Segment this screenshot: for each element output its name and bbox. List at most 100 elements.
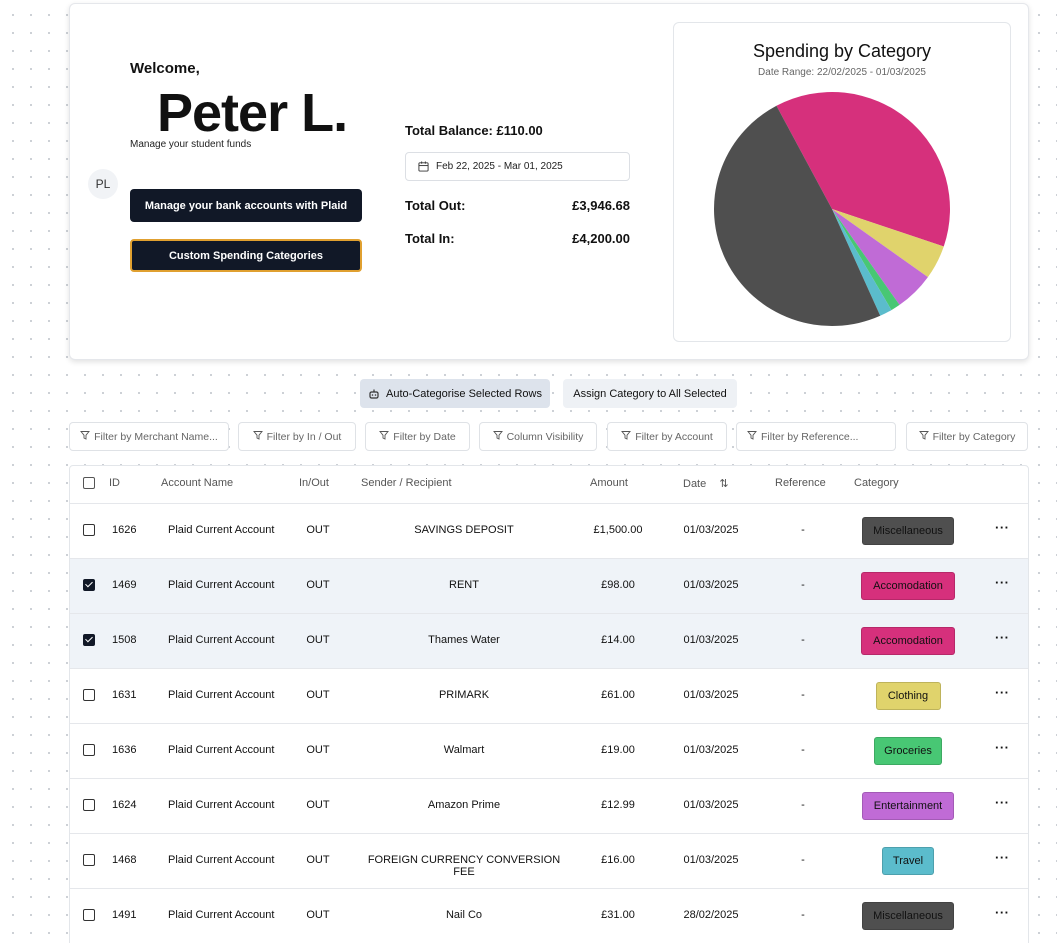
reference-filter[interactable]: Filter by Reference... <box>736 422 896 451</box>
cell-account: Plaid Current Account <box>168 854 275 866</box>
row-checkbox[interactable] <box>83 579 95 591</box>
plaid-button[interactable]: Manage your bank accounts with Plaid <box>130 189 362 222</box>
cell-account: Plaid Current Account <box>168 744 275 756</box>
col-reference[interactable]: Reference <box>775 477 826 489</box>
category-badge[interactable]: Clothing <box>875 682 941 710</box>
cell-reference: - <box>801 579 805 591</box>
date-filter[interactable]: Filter by Date <box>365 422 470 451</box>
cell-reference: - <box>801 524 805 536</box>
cell-inout: OUT <box>306 799 330 811</box>
cell-date: 01/03/2025 <box>683 744 739 756</box>
sort-icon[interactable]: ⇅ <box>719 478 728 490</box>
row-checkbox[interactable] <box>83 854 95 866</box>
row-menu-icon[interactable]: ··· <box>995 630 1010 645</box>
total-in-label: Total In: <box>405 231 455 246</box>
col-category[interactable]: Category <box>854 477 899 489</box>
table-row[interactable]: 1469 Plaid Current Account OUT RENT £98.00 01… <box>70 559 1028 614</box>
cell-id: 1508 <box>112 634 137 646</box>
row-checkbox[interactable] <box>83 799 95 811</box>
cell-amount: £12.99 <box>601 799 635 811</box>
select-all-checkbox[interactable] <box>83 477 95 489</box>
account-filter[interactable]: Filter by Account <box>607 422 727 451</box>
col-inout[interactable]: In/Out <box>299 477 329 489</box>
total-in-row: Total In: £4,200.00 <box>405 231 630 246</box>
cell-recipient: FOREIGN CURRENCY CONVERSION FEE <box>367 854 561 878</box>
cell-date: 28/02/2025 <box>683 909 739 921</box>
chart-title: Spending by Category <box>752 41 932 61</box>
cell-inout: OUT <box>306 744 330 756</box>
pie-chart <box>714 92 950 326</box>
category-badge[interactable]: Accomodation <box>861 572 955 600</box>
category-badge[interactable]: Travel <box>882 847 934 875</box>
row-checkbox[interactable] <box>83 689 95 701</box>
cell-id: 1631 <box>112 689 137 701</box>
col-date[interactable]: Date ⇅ <box>683 477 729 490</box>
auto-categorise-button[interactable]: Auto-Categorise Selected Rows <box>360 379 550 408</box>
summary-card: Welcome, Peter L. Manage your student fu… <box>69 3 1029 360</box>
cell-amount: £14.00 <box>601 634 635 646</box>
col-id[interactable]: ID <box>109 477 120 489</box>
cell-date: 01/03/2025 <box>683 799 739 811</box>
table-row[interactable]: 1508 Plaid Current Account OUT Thames Water… <box>70 614 1028 669</box>
row-checkbox[interactable] <box>83 524 95 536</box>
merchant-filter[interactable]: Filter by Merchant Name... <box>69 422 229 451</box>
row-menu-icon[interactable]: ··· <box>995 575 1010 590</box>
cell-account: Plaid Current Account <box>168 909 275 921</box>
date-range-picker[interactable]: Feb 22, 2025 - Mar 01, 2025 <box>405 152 630 181</box>
inout-filter[interactable]: Filter by In / Out <box>238 422 356 451</box>
row-menu-icon[interactable]: ··· <box>995 905 1010 920</box>
category-badge[interactable]: Accomodation <box>861 627 955 655</box>
filter-icon <box>621 430 632 443</box>
date-range-text: Feb 22, 2025 - Mar 01, 2025 <box>436 161 563 172</box>
cell-recipient: Amazon Prime <box>427 799 501 811</box>
category-badge[interactable]: Groceries <box>874 737 942 765</box>
date-filter-label: Filter by Date <box>393 430 456 443</box>
total-in-value: £4,200.00 <box>572 231 630 246</box>
cell-id: 1626 <box>112 524 137 536</box>
filter-icon <box>918 430 929 443</box>
table-row[interactable]: 1636 Plaid Current Account OUT Walmart £19.0… <box>70 724 1028 779</box>
category-badge[interactable]: Miscellaneous <box>862 517 954 545</box>
cell-recipient: RENT <box>449 579 479 591</box>
cell-inout: OUT <box>306 634 330 646</box>
cell-reference: - <box>801 909 805 921</box>
avatar[interactable]: PL <box>88 169 118 199</box>
cell-inout: OUT <box>306 909 330 921</box>
row-menu-icon[interactable]: ··· <box>995 520 1010 535</box>
cell-date: 01/03/2025 <box>683 689 739 701</box>
row-checkbox[interactable] <box>83 909 95 921</box>
reference-filter-placeholder: Filter by Reference... <box>761 430 859 443</box>
category-badge[interactable]: Entertainment <box>862 792 954 820</box>
assign-category-button[interactable]: Assign Category to All Selected <box>563 379 737 408</box>
cell-account: Plaid Current Account <box>168 634 275 646</box>
welcome-subtitle: Manage your student funds <box>130 139 252 150</box>
cell-id: 1636 <box>112 744 137 756</box>
table-row[interactable]: 1491 Plaid Current Account OUT Nail Co £31.0… <box>70 889 1028 943</box>
table-row[interactable]: 1468 Plaid Current Account OUT FOREIGN CURR… <box>70 834 1028 889</box>
col-account[interactable]: Account Name <box>161 477 233 489</box>
filter-icon <box>252 430 263 443</box>
robot-icon <box>369 389 379 399</box>
row-menu-icon[interactable]: ··· <box>995 795 1010 810</box>
custom-categories-button[interactable]: Custom Spending Categories <box>130 239 362 272</box>
inout-filter-label: Filter by In / Out <box>266 430 342 443</box>
col-amount[interactable]: Amount <box>590 477 628 489</box>
column-visibility-button[interactable]: Column Visibility <box>479 422 597 451</box>
row-menu-icon[interactable]: ··· <box>995 850 1010 865</box>
cell-amount: £61.00 <box>601 689 635 701</box>
total-balance: Total Balance: £110.00 <box>405 123 543 138</box>
category-badge[interactable]: Miscellaneous <box>862 902 954 930</box>
table-row[interactable]: 1626 Plaid Current Account OUT SAVINGS DEPO… <box>70 504 1028 559</box>
col-recipient[interactable]: Sender / Recipient <box>361 477 452 489</box>
cell-amount: £98.00 <box>601 579 635 591</box>
category-filter[interactable]: Filter by Category <box>906 422 1028 451</box>
total-out-label: Total Out: <box>405 198 466 213</box>
merchant-filter-placeholder: Filter by Merchant Name... <box>94 430 218 443</box>
row-menu-icon[interactable]: ··· <box>995 685 1010 700</box>
row-checkbox[interactable] <box>83 634 95 646</box>
table-row[interactable]: 1631 Plaid Current Account OUT PRIMARK £61.0… <box>70 669 1028 724</box>
row-checkbox[interactable] <box>83 744 95 756</box>
table-row[interactable]: 1624 Plaid Current Account OUT Amazon Prime… <box>70 779 1028 834</box>
cell-reference: - <box>801 634 805 646</box>
row-menu-icon[interactable]: ··· <box>995 740 1010 755</box>
